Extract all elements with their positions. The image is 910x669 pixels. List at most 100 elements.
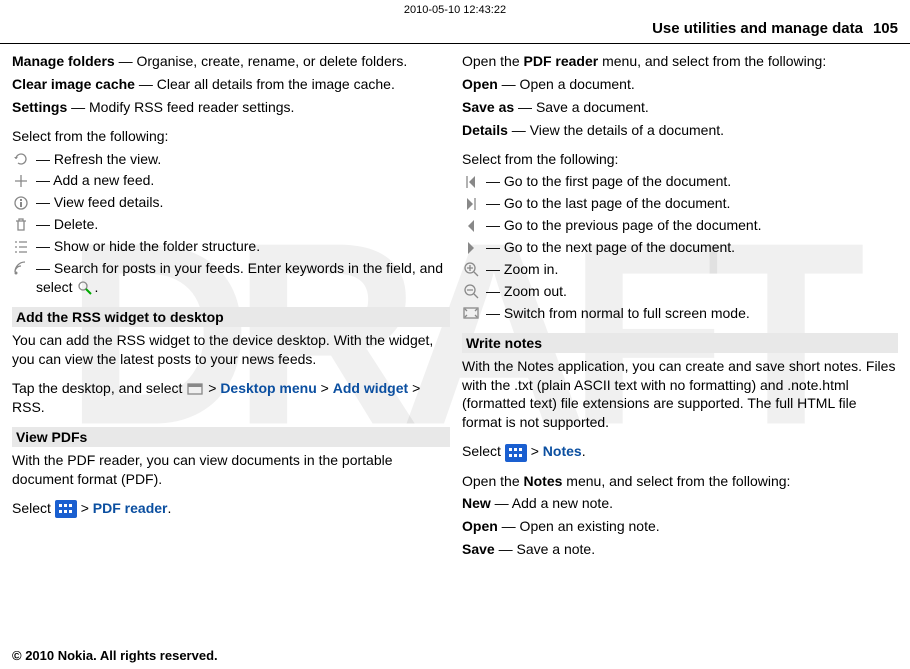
term: Save	[462, 541, 495, 557]
desc: — Open an existing note.	[498, 518, 660, 534]
gt: >	[81, 500, 93, 516]
write-notes-heading: Write notes	[462, 333, 898, 353]
desc: — Go to the first page of the document.	[486, 172, 731, 191]
desc: — Search for posts in your feeds. Enter …	[36, 259, 450, 297]
desc: — Show or hide the folder structure.	[36, 237, 260, 256]
desc: — Save a document.	[514, 99, 649, 115]
app-grid-icon	[55, 500, 77, 518]
view-pdfs-heading: View PDFs	[12, 427, 450, 447]
refresh-icon	[12, 150, 30, 168]
link-add-widget: Add widget	[333, 380, 408, 396]
prev-page-row: — Go to the previous page of the documen…	[462, 216, 898, 235]
header-title: Use utilities and manage data	[652, 20, 863, 37]
t: menu, and select from the following:	[562, 473, 790, 489]
desc: — Delete.	[36, 215, 98, 234]
notes-select-path: Select > Notes.	[462, 442, 898, 461]
term: Manage folders	[12, 53, 115, 69]
link-notes: Notes	[543, 443, 582, 459]
clear-cache-item: Clear image cache — Clear all details fr…	[12, 75, 450, 94]
zoom-in-row: — Zoom in.	[462, 260, 898, 279]
t: Select	[12, 500, 55, 516]
first-page-row: — Go to the first page of the document.	[462, 172, 898, 191]
gt: >	[531, 443, 543, 459]
t2: .	[94, 279, 98, 295]
refresh-row: — Refresh the view.	[12, 150, 450, 169]
desc: — Organise, create, rename, or delete fo…	[115, 53, 408, 69]
list-icon	[12, 238, 30, 256]
plus-icon	[12, 172, 30, 190]
pdf-desc: With the PDF reader, you can view docume…	[12, 451, 450, 489]
link-desktop-menu: Desktop menu	[220, 380, 316, 396]
t: Open the	[462, 53, 524, 69]
notes-menu-intro: Open the Notes menu, and select from the…	[462, 472, 898, 491]
t: Tap the desktop, and select	[12, 380, 186, 396]
left-column: Manage folders — Organise, create, renam…	[12, 52, 456, 563]
prev-page-icon	[462, 217, 480, 235]
page-header: Use utilities and manage data 105	[0, 16, 910, 44]
term: Notes	[524, 473, 563, 489]
desc: — View the details of a document.	[508, 122, 724, 138]
open-note-item: Open — Open an existing note.	[462, 517, 898, 536]
settings-item: Settings — Modify RSS feed reader settin…	[12, 98, 450, 117]
zoom-out-row: — Zoom out.	[462, 282, 898, 301]
folder-structure-row: — Show or hide the folder structure.	[12, 237, 450, 256]
desc: — Zoom in.	[486, 260, 558, 279]
details-item: Details — View the details of a document…	[462, 121, 898, 140]
select-prompt: Select from the following:	[462, 150, 898, 169]
dot: .	[167, 500, 171, 516]
app-grid-icon	[505, 444, 527, 462]
term: Save as	[462, 99, 514, 115]
t: Open the	[462, 473, 524, 489]
term: Open	[462, 518, 498, 534]
copyright-footer: © 2010 Nokia. All rights reserved.	[12, 648, 218, 663]
desc: — Clear all details from the image cache…	[135, 76, 395, 92]
gt: >	[321, 380, 333, 396]
dot: .	[582, 443, 586, 459]
next-page-icon	[462, 239, 480, 257]
zoom-out-icon	[462, 282, 480, 300]
last-page-row: — Go to the last page of the document.	[462, 194, 898, 213]
info-icon	[12, 194, 30, 212]
term: New	[462, 495, 491, 511]
desc: — Switch from normal to full screen mode…	[486, 304, 750, 323]
add-feed-row: — Add a new feed.	[12, 171, 450, 190]
rss-widget-heading: Add the RSS widget to desktop	[12, 307, 450, 327]
t: menu, and select from the following:	[598, 53, 826, 69]
term: Open	[462, 76, 498, 92]
term: Clear image cache	[12, 76, 135, 92]
title-area-icon	[186, 380, 204, 398]
term: Settings	[12, 99, 67, 115]
desc: — Open a document.	[498, 76, 635, 92]
timestamp: 2010-05-10 12:43:22	[0, 0, 910, 16]
right-column: Open the PDF reader menu, and select fro…	[456, 52, 900, 563]
desc: — Go to the next page of the document.	[486, 238, 735, 257]
fullscreen-icon	[462, 304, 480, 322]
select-prompt: Select from the following:	[12, 127, 450, 146]
desc: — Zoom out.	[486, 282, 567, 301]
search-rss-icon	[12, 259, 30, 277]
term: PDF reader	[524, 53, 599, 69]
zoom-in-icon	[462, 260, 480, 278]
t: Select	[462, 443, 505, 459]
view-details-row: — View feed details.	[12, 193, 450, 212]
open-item: Open — Open a document.	[462, 75, 898, 94]
pdf-select-path: Select > PDF reader.	[12, 499, 450, 518]
link-pdf-reader: PDF reader	[93, 500, 168, 516]
last-page-icon	[462, 195, 480, 213]
desc: — Add a new note.	[491, 495, 613, 511]
desc: — View feed details.	[36, 193, 163, 212]
notes-desc: With the Notes application, you can crea…	[462, 357, 898, 433]
save-note-item: Save — Save a note.	[462, 540, 898, 559]
rss-widget-desc: You can add the RSS widget to the device…	[12, 331, 450, 369]
manage-folders-item: Manage folders — Organise, create, renam…	[12, 52, 450, 71]
delete-row: — Delete.	[12, 215, 450, 234]
desc: — Go to the last page of the document.	[486, 194, 730, 213]
new-item: New — Add a new note.	[462, 494, 898, 513]
first-page-icon	[462, 173, 480, 191]
rss-widget-path: Tap the desktop, and select > Desktop me…	[12, 379, 450, 417]
desc: — Modify RSS feed reader settings.	[67, 99, 294, 115]
desc: — Refresh the view.	[36, 150, 161, 169]
gt: >	[208, 380, 220, 396]
fullscreen-row: — Switch from normal to full screen mode…	[462, 304, 898, 323]
trash-icon	[12, 216, 30, 234]
